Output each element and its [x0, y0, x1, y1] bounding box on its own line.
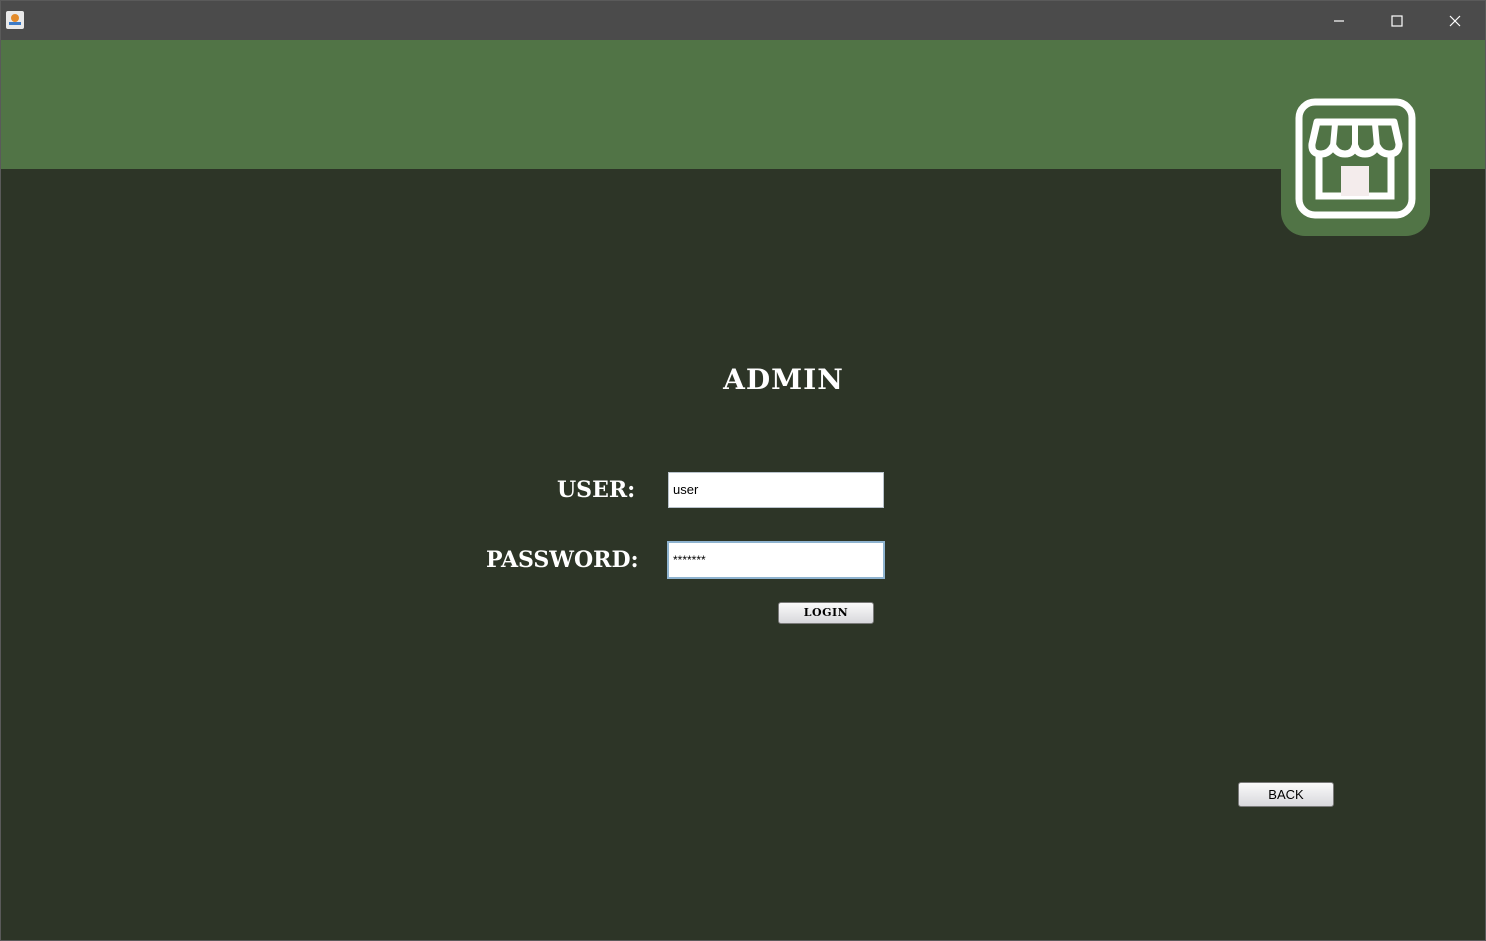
app-window: ADMIN USER: user PASSWORD: ******* LOGIN… — [0, 0, 1486, 941]
minimize-icon — [1334, 19, 1344, 22]
login-button[interactable]: LOGIN — [778, 602, 874, 624]
header-band — [1, 40, 1485, 169]
maximize-icon — [1391, 14, 1403, 27]
back-button[interactable]: BACK — [1238, 782, 1334, 807]
title-bar[interactable] — [1, 1, 1485, 40]
close-button[interactable] — [1426, 1, 1484, 40]
close-icon — [1449, 15, 1461, 26]
java-coffee-icon — [6, 11, 24, 29]
store-logo — [1281, 83, 1430, 236]
page-title: ADMIN — [723, 363, 844, 396]
password-input[interactable]: ******* — [667, 541, 885, 579]
user-input[interactable]: user — [668, 472, 884, 508]
storefront-icon — [1295, 98, 1416, 219]
maximize-button[interactable] — [1368, 1, 1426, 40]
minimize-button[interactable] — [1310, 1, 1368, 40]
user-label: USER: — [557, 477, 636, 503]
password-label: PASSWORD: — [486, 547, 639, 573]
